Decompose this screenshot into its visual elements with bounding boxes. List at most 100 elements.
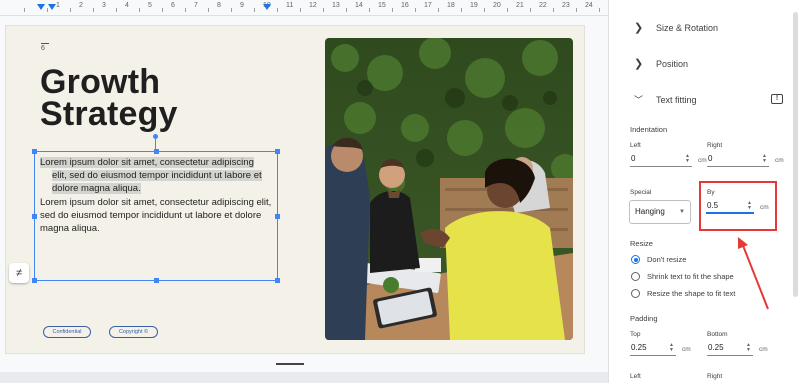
ruler-number: 1	[56, 2, 60, 9]
ruler-number: 15	[378, 2, 386, 9]
ruler-number: 5	[148, 2, 152, 9]
resize-handle-ml[interactable]	[32, 214, 37, 219]
padding-top-unit: cm	[682, 345, 691, 353]
indent-left-label: Left	[630, 142, 641, 149]
ruler-tick	[70, 8, 71, 12]
ruler-tick	[162, 8, 163, 12]
ruler-number: 24	[585, 2, 593, 9]
chevron-right-icon: ❯	[634, 22, 644, 34]
ruler-number: 22	[539, 2, 547, 9]
ruler-tick	[484, 8, 485, 12]
padding-bottom-label: Bottom	[707, 331, 728, 338]
annotation-arrow	[738, 237, 769, 310]
slide-scroll-indicator[interactable]	[276, 363, 304, 365]
section-size-rotation-label: Size & Rotation	[656, 22, 719, 33]
ruler-first-line-marker[interactable]	[48, 4, 56, 10]
padding-top-field[interactable]: 0.25 ▲ ▼	[630, 342, 676, 356]
paragraph-2[interactable]: Lorem ipsum dolor sit amet, consectetur …	[40, 196, 278, 235]
section-position[interactable]: ❯ Position	[634, 57, 688, 70]
resize-handle-bl[interactable]	[32, 278, 37, 283]
padding-right-label: Right	[707, 373, 723, 380]
ruler-tick	[438, 8, 439, 12]
radio[interactable]	[631, 272, 640, 281]
panel-scrollbar[interactable]	[793, 12, 798, 297]
padding-bottom-unit: cm	[759, 345, 768, 353]
section-text-fitting[interactable]: ﹀ Text fitting	[634, 93, 697, 106]
ruler-number: 7	[194, 2, 198, 9]
ruler-tick	[507, 8, 508, 12]
format-options-icon[interactable]: ≠	[9, 263, 29, 283]
team-meeting-photo[interactable]	[325, 38, 573, 340]
ruler-number: 13	[332, 2, 340, 9]
ruler-number: 17	[424, 2, 432, 9]
resize-option-label: Don't resize	[647, 255, 687, 264]
indent-right-field[interactable]: 0 ▲ ▼	[707, 153, 769, 167]
rotation-handle[interactable]	[153, 134, 158, 139]
ruler-tick	[369, 8, 370, 12]
stepper-icon[interactable]: ▲ ▼	[669, 343, 674, 353]
ruler-tick	[208, 8, 209, 12]
resize-handle-bm[interactable]	[154, 278, 159, 283]
ruler-tick	[415, 8, 416, 12]
resize-handle-tm[interactable]	[154, 149, 159, 154]
indent-left-row: 0 ▲ ▼ cm	[630, 153, 707, 167]
ruler-number: 14	[355, 2, 363, 9]
ruler-number: 8	[217, 2, 221, 9]
ruler-tick	[185, 8, 186, 12]
ruler-tick	[576, 8, 577, 12]
resize-handle-tl[interactable]	[32, 149, 37, 154]
indent-left-unit: cm	[698, 156, 707, 164]
ruler-number: 3	[102, 2, 106, 9]
ruler-number: 6	[171, 2, 175, 9]
slide-title[interactable]: Growth Strategy	[40, 65, 178, 131]
ruler-tick	[392, 8, 393, 12]
stepper-icon[interactable]: ▲ ▼	[685, 154, 690, 164]
padding-bottom-value: 0.25	[708, 343, 724, 352]
ruler-left-indent-marker[interactable]	[37, 4, 45, 10]
padding-top-label: Top	[630, 331, 641, 338]
padding-left-label: Left	[630, 373, 641, 380]
canvas-area: 1234567891011121314151617181920212223242…	[0, 0, 616, 383]
horizontal-ruler[interactable]: 1234567891011121314151617181920212223242…	[0, 0, 616, 16]
resize-option-shrink[interactable]: Shrink text to fit the shape	[631, 272, 734, 281]
section-text-fitting-label: Text fitting	[656, 94, 697, 105]
add-comment-icon[interactable]: !	[771, 94, 783, 104]
slide-number: 6	[41, 45, 45, 52]
indent-right-label: Right	[707, 142, 723, 149]
confidential-pill: Confidential	[43, 326, 91, 338]
dropdown-arrow-icon: ▼	[679, 209, 685, 215]
stepper-icon[interactable]: ▲ ▼	[762, 154, 767, 164]
ruler-number: 23	[562, 2, 570, 9]
resize-option-dont-resize[interactable]: Don't resize	[631, 255, 686, 264]
ruler-tick	[461, 8, 462, 12]
special-indent-dropdown[interactable]: Hanging ▼	[629, 200, 691, 224]
ruler-tick	[47, 8, 48, 12]
ruler-tick	[553, 8, 554, 12]
padding-bottom-field[interactable]: 0.25 ▲ ▼	[707, 342, 753, 356]
slide-number-bar	[41, 43, 49, 44]
ruler-tick	[300, 8, 301, 12]
ruler-number: 12	[309, 2, 317, 9]
annotation-highlight-box	[699, 181, 777, 231]
ruler-tick	[116, 8, 117, 12]
copyright-pill: Copyright ©	[109, 326, 158, 338]
padding-top-row: 0.25 ▲ ▼ cm	[630, 342, 691, 356]
paragraph-1[interactable]: Lorem ipsum dolor sit amet, consectetur …	[40, 156, 278, 195]
ruler-tick	[93, 8, 94, 12]
indent-left-field[interactable]: 0 ▲ ▼	[630, 153, 692, 167]
slides-editor: 1234567891011121314151617181920212223242…	[0, 0, 800, 383]
radio-selected[interactable]	[631, 255, 640, 264]
ruler-number: 19	[470, 2, 478, 9]
section-size-rotation[interactable]: ❯ Size & Rotation	[634, 21, 718, 34]
resize-handle-tr[interactable]	[275, 149, 280, 154]
resize-handle-br[interactable]	[275, 278, 280, 283]
slide[interactable]: 6 Growth Strategy Lorem ipsum dolor sit …	[6, 26, 584, 353]
stepper-icon[interactable]: ▲ ▼	[746, 343, 751, 353]
radio[interactable]	[631, 289, 640, 298]
resize-option-fit-shape[interactable]: Resize the shape to fit text	[631, 289, 735, 298]
ruler-tick	[346, 8, 347, 12]
ruler-number: 20	[493, 2, 501, 9]
filmstrip-edge	[0, 372, 608, 383]
ruler-tick	[323, 8, 324, 12]
ruler-tick	[599, 8, 600, 12]
